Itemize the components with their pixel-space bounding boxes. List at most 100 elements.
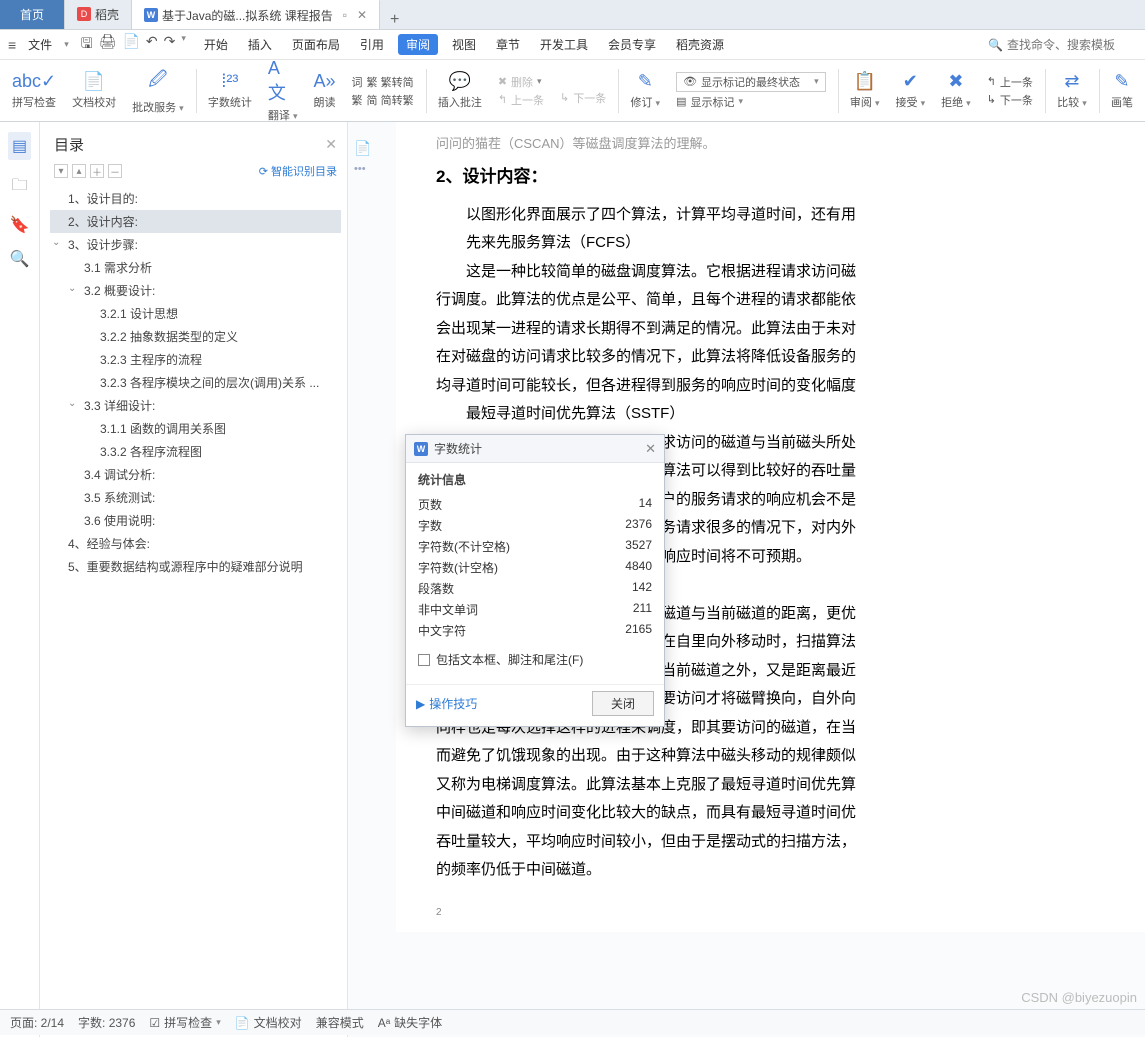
ribbon-translate[interactable]: A文翻译 ▾	[262, 63, 304, 119]
rail-bookmark-icon[interactable]: 🔖	[10, 215, 30, 235]
menu-vip[interactable]: 会员专享	[602, 34, 662, 55]
outline-item-label: 5、重要数据结构或源程序中的疑难部分说明	[68, 560, 303, 574]
tab-home[interactable]: 首页	[0, 0, 65, 29]
ribbon-accept[interactable]: ✔接受 ▾	[890, 63, 932, 119]
qat-redo-icon[interactable]: ↷	[164, 33, 176, 57]
dialog-tips-link[interactable]: ▶操作技巧	[416, 695, 477, 712]
qat-preview-icon[interactable]: 📄	[122, 33, 139, 57]
command-search[interactable]: 🔍	[988, 38, 1137, 52]
outline-item[interactable]: ⌄3、设计步骤:	[50, 233, 341, 256]
ribbon-read[interactable]: A»朗读	[308, 63, 342, 119]
wordcount-stats: 页数14字数2376字符数(不计空格)3527字符数(计空格)4840段落数14…	[418, 494, 652, 641]
qat-save-icon[interactable]: 🖫	[81, 33, 93, 57]
outline-item[interactable]: 3.2.1 设计思想	[50, 302, 341, 325]
outline-item[interactable]: 3.2.3 各程序模块之间的层次(调用)关系 ...	[50, 371, 341, 394]
tree-toggle-icon[interactable]: ⌄	[52, 237, 60, 248]
tab-daoke[interactable]: D稻壳	[65, 0, 132, 29]
ribbon-next-comment[interactable]: ↳下一条	[560, 90, 606, 106]
menu-devtools[interactable]: 开发工具	[534, 34, 594, 55]
markup-state-select[interactable]: 👁显示标记的最终状态 ▾	[676, 72, 826, 92]
qat-chevron-icon[interactable]: ▾	[181, 33, 186, 57]
dialog-close-icon[interactable]: ✕	[645, 441, 656, 457]
qat-print-icon[interactable]: 🖨	[99, 33, 117, 57]
checkbox-icon	[418, 654, 430, 666]
ribbon-prev-comment[interactable]: ↰上一条	[498, 92, 544, 108]
menu-view[interactable]: 视图	[446, 34, 482, 55]
outline-tree: 1、设计目的:2、设计内容:⌄3、设计步骤:3.1 需求分析⌄3.2 概要设计:…	[48, 183, 343, 582]
status-words[interactable]: 字数: 2376	[78, 1014, 135, 1031]
outline-add-icon[interactable]: ＋	[90, 164, 104, 178]
file-menu[interactable]: 文件	[24, 36, 56, 53]
tab-document[interactable]: W 基于Java的磁...拟系统 课程报告 ▫ ✕	[132, 0, 380, 29]
outline-item[interactable]: 3.5 系统测试:	[50, 486, 341, 509]
next-icon: ↳	[560, 91, 569, 104]
menu-start[interactable]: 开始	[198, 34, 234, 55]
outline-smart-detect[interactable]: ⟳智能识别目录	[259, 163, 337, 179]
stat-value: 142	[632, 580, 652, 597]
outline-item[interactable]: 3.2.2 抽象数据类型的定义	[50, 325, 341, 348]
outline-item[interactable]: 5、重要数据结构或源程序中的疑难部分说明	[50, 555, 341, 578]
tab-add-button[interactable]: +	[380, 11, 409, 29]
ribbon-insert-comment[interactable]: 💬插入批注	[432, 63, 488, 119]
menu-pagelayout[interactable]: 页面布局	[286, 34, 346, 55]
ribbon-pen[interactable]: ✎画笔	[1105, 63, 1139, 119]
menu-reference[interactable]: 引用	[354, 34, 390, 55]
status-missing-font[interactable]: Aᵃ缺失字体	[378, 1014, 442, 1031]
outline-item[interactable]: 4、经验与体会:	[50, 532, 341, 555]
file-menu-chevron-icon[interactable]: ▾	[64, 39, 69, 50]
status-page[interactable]: 页面: 2/14	[10, 1014, 64, 1031]
dialog-titlebar[interactable]: W字数统计 ✕	[406, 435, 664, 463]
dialog-close-button[interactable]: 关闭	[592, 691, 654, 716]
tab-window-icon[interactable]: ▫	[343, 8, 347, 22]
ribbon-delete-comment[interactable]: ✖删除▾	[498, 74, 542, 90]
ribbon-compare[interactable]: ⇄比较 ▾	[1051, 63, 1093, 119]
outline-item[interactable]: 3.4 调试分析:	[50, 463, 341, 486]
ribbon-spellcheck[interactable]: abc✓拼写检查	[6, 63, 62, 119]
outline-item[interactable]: 3.3.2 各程序流程图	[50, 440, 341, 463]
outline-close-icon[interactable]: ✕	[325, 136, 337, 153]
gutter-more-icon[interactable]: •••	[354, 163, 371, 175]
ribbon-track[interactable]: ✎修订 ▾	[624, 63, 666, 119]
outline-collapse-all-icon[interactable]: ▾	[54, 164, 68, 178]
ribbon-wordcount[interactable]: ⁞²³字数统计	[202, 63, 258, 119]
tab-close-icon[interactable]: ✕	[357, 8, 367, 22]
gutter-doc-icon[interactable]: 📄	[354, 140, 371, 157]
outline-item[interactable]: ⌄3.3 详细设计:	[50, 394, 341, 417]
ribbon-prev-change[interactable]: ↰上一条	[987, 74, 1033, 90]
menu-insert[interactable]: 插入	[242, 34, 278, 55]
ribbon-next-change[interactable]: ↳下一条	[987, 92, 1033, 108]
page-number: 2	[436, 903, 1145, 922]
menu-chapter[interactable]: 章节	[490, 34, 526, 55]
command-search-input[interactable]	[1007, 38, 1137, 52]
outline-item[interactable]: ⌄3.2 概要设计:	[50, 279, 341, 302]
hamburger-icon[interactable]: ≡	[8, 37, 16, 53]
outline-item[interactable]: 1、设计目的:	[50, 187, 341, 210]
ribbon-doccheck[interactable]: 📄文档校对	[66, 63, 122, 119]
tree-toggle-icon[interactable]: ⌄	[68, 283, 76, 294]
show-markup[interactable]: ▤显示标记 ▾	[676, 94, 743, 110]
status-doccheck[interactable]: 📄文档校对	[235, 1014, 302, 1031]
rail-tools-icon[interactable]: 🗀	[11, 174, 27, 201]
outline-item[interactable]: 3.1.1 函数的调用关系图	[50, 417, 341, 440]
ribbon-fanjian[interactable]: 词繁 繁转简 繁简 简转繁	[346, 63, 420, 119]
outline-item[interactable]: 3.2.3 主程序的流程	[50, 348, 341, 371]
rail-outline-icon[interactable]: ▤	[8, 132, 31, 160]
ribbon-review2[interactable]: 📋审阅 ▾	[844, 63, 886, 119]
track-icon: ✎	[638, 71, 653, 92]
ribbon-reject[interactable]: ✖拒绝 ▾	[935, 63, 977, 119]
ribbon-approve[interactable]: 🖉批改服务 ▾	[126, 63, 190, 119]
outline-remove-icon[interactable]: －	[108, 164, 122, 178]
outline-item[interactable]: 3.1 需求分析	[50, 256, 341, 279]
menu-review[interactable]: 审阅	[398, 34, 438, 55]
tree-toggle-icon[interactable]: ⌄	[68, 398, 76, 409]
outline-item[interactable]: 3.6 使用说明:	[50, 509, 341, 532]
menu-daoke-res[interactable]: 稻壳资源	[670, 34, 730, 55]
status-compat[interactable]: 兼容模式	[316, 1014, 364, 1031]
include-textbox-checkbox[interactable]: 包括文本框、脚注和尾注(F)	[418, 651, 652, 668]
rail-search-icon[interactable]: 🔍	[10, 249, 30, 269]
daoke-icon: D	[77, 7, 91, 21]
status-spellcheck[interactable]: ☑拼写检查▾	[149, 1014, 220, 1031]
outline-expand-all-icon[interactable]: ▴	[72, 164, 86, 178]
outline-item[interactable]: 2、设计内容:	[50, 210, 341, 233]
qat-undo-icon[interactable]: ↶	[146, 33, 158, 57]
